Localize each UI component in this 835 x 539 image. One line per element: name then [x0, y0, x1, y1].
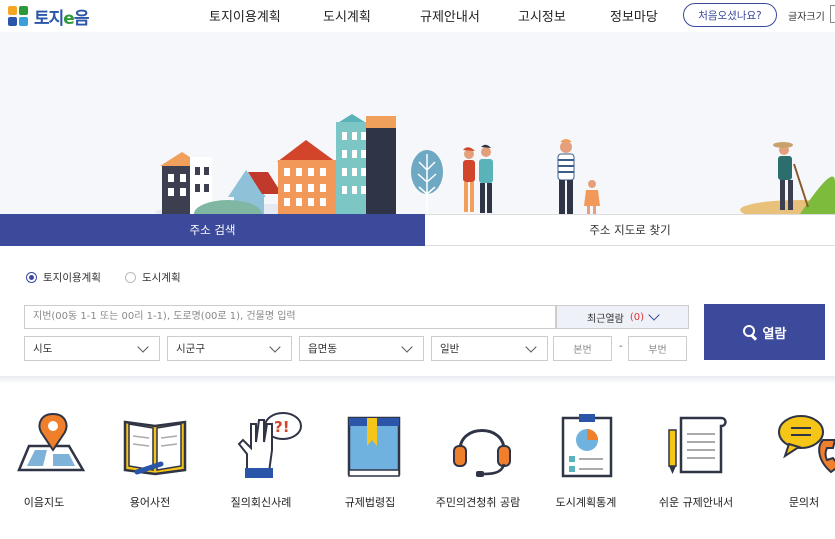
- font-size-control[interactable]: [830, 5, 835, 23]
- nav-regulation-guide[interactable]: 규제안내서: [420, 6, 480, 25]
- radio-land-use[interactable]: [26, 272, 37, 283]
- quick-label-easy-guide[interactable]: 쉬운 규제안내서: [641, 494, 751, 510]
- quick-label-law[interactable]: 규제법령집: [315, 494, 425, 510]
- document-pencil-icon: [668, 416, 727, 474]
- select-eupmyeondong[interactable]: 읍면동: [299, 336, 424, 361]
- sub-number-input[interactable]: 부번: [628, 336, 687, 361]
- select-sido[interactable]: 시도: [24, 336, 160, 361]
- quick-item-dictionary[interactable]: [110, 410, 200, 480]
- law-book-icon: [347, 416, 401, 477]
- select-land-type-value: 일반: [440, 343, 460, 355]
- nav-urban-plan[interactable]: 도시계획: [323, 6, 371, 25]
- hero-illustration: [0, 32, 835, 214]
- quick-label-qa-cases[interactable]: 질의회신사례: [206, 494, 316, 510]
- nav-land-use-plan[interactable]: 토지이용계획: [209, 6, 281, 25]
- quick-label-public-hearing[interactable]: 주민의견청취 공람: [423, 494, 533, 510]
- view-button-label: 열람: [762, 326, 787, 342]
- site-logo[interactable]: 토지e음: [8, 4, 89, 29]
- radio-urban-plan-label[interactable]: 도시계획: [142, 270, 181, 285]
- quick-item-law[interactable]: [326, 410, 416, 480]
- recent-view-label: 최근열람: [587, 313, 624, 325]
- quick-item-contact[interactable]: [762, 410, 835, 480]
- city-illustration: [155, 114, 835, 214]
- nav-notice-info[interactable]: 고시정보: [518, 6, 566, 25]
- quick-label-contact[interactable]: 문의처: [749, 494, 835, 510]
- headset-icon: [453, 429, 511, 477]
- phone-bubble-icon: [778, 415, 835, 474]
- logo-text: 토지e음: [34, 9, 89, 29]
- map-pin-icon: [17, 412, 86, 472]
- chevron-down-icon: [648, 309, 660, 321]
- select-sigungu-value: 시군구: [176, 343, 205, 355]
- main-number-input[interactable]: 본번: [553, 336, 612, 361]
- chevron-down-icon: [137, 341, 149, 353]
- radio-land-use-label[interactable]: 토지이용계획: [43, 270, 101, 285]
- recent-view-count: (0): [629, 311, 644, 323]
- quick-label-statistics[interactable]: 도시계획통계: [531, 494, 641, 510]
- chart-board-icon: [561, 414, 613, 478]
- radio-urban-plan[interactable]: [124, 272, 136, 283]
- nav-info-board[interactable]: 정보마당: [610, 6, 658, 25]
- svg-text:?!: ?!: [274, 418, 290, 436]
- section-divider: [0, 376, 835, 384]
- first-visit-button[interactable]: 처음오셨나요?: [683, 3, 777, 27]
- select-land-type[interactable]: 일반: [431, 336, 548, 361]
- chevron-down-icon: [525, 341, 537, 353]
- quick-item-easy-guide[interactable]: [652, 410, 742, 480]
- logo-mark-icon: [8, 5, 30, 28]
- quick-item-map[interactable]: [4, 410, 94, 480]
- quick-label-dictionary[interactable]: 용어사전: [95, 494, 205, 510]
- plan-type-radio-group: 토지이용계획 도시계획: [26, 270, 181, 285]
- view-button[interactable]: 열람: [704, 304, 825, 360]
- quick-item-public-hearing[interactable]: [437, 410, 527, 480]
- quick-item-statistics[interactable]: [542, 410, 632, 480]
- quick-label-map[interactable]: 이음지도: [0, 494, 99, 510]
- address-search-input[interactable]: 지번(00동 1-1 또는 00리 1-1), 도로명(00로 1), 건물명 …: [24, 305, 556, 329]
- book-icon: [123, 420, 187, 476]
- search-icon: [742, 325, 757, 339]
- hand-question-icon: ?!: [237, 412, 302, 478]
- site-header: 토지e음 토지이용계획 도시계획 규제안내서 고시정보 정보마당 처음오셨나요?…: [0, 0, 835, 32]
- quick-item-qa-cases[interactable]: ?!: [218, 410, 308, 480]
- number-separator: -: [619, 341, 623, 352]
- select-eupmyeondong-value: 읍면동: [308, 343, 337, 355]
- font-size-label: 글자크기: [788, 12, 825, 23]
- tab-map-search[interactable]: 주소 지도로 찾기: [425, 214, 835, 246]
- select-sigungu[interactable]: 시군구: [167, 336, 292, 361]
- tab-address-search[interactable]: 주소 검색: [0, 214, 425, 246]
- recent-view-dropdown[interactable]: 최근열람 (0): [556, 305, 689, 329]
- chevron-down-icon: [401, 341, 413, 353]
- select-sido-value: 시도: [33, 343, 53, 355]
- chevron-down-icon: [269, 341, 281, 353]
